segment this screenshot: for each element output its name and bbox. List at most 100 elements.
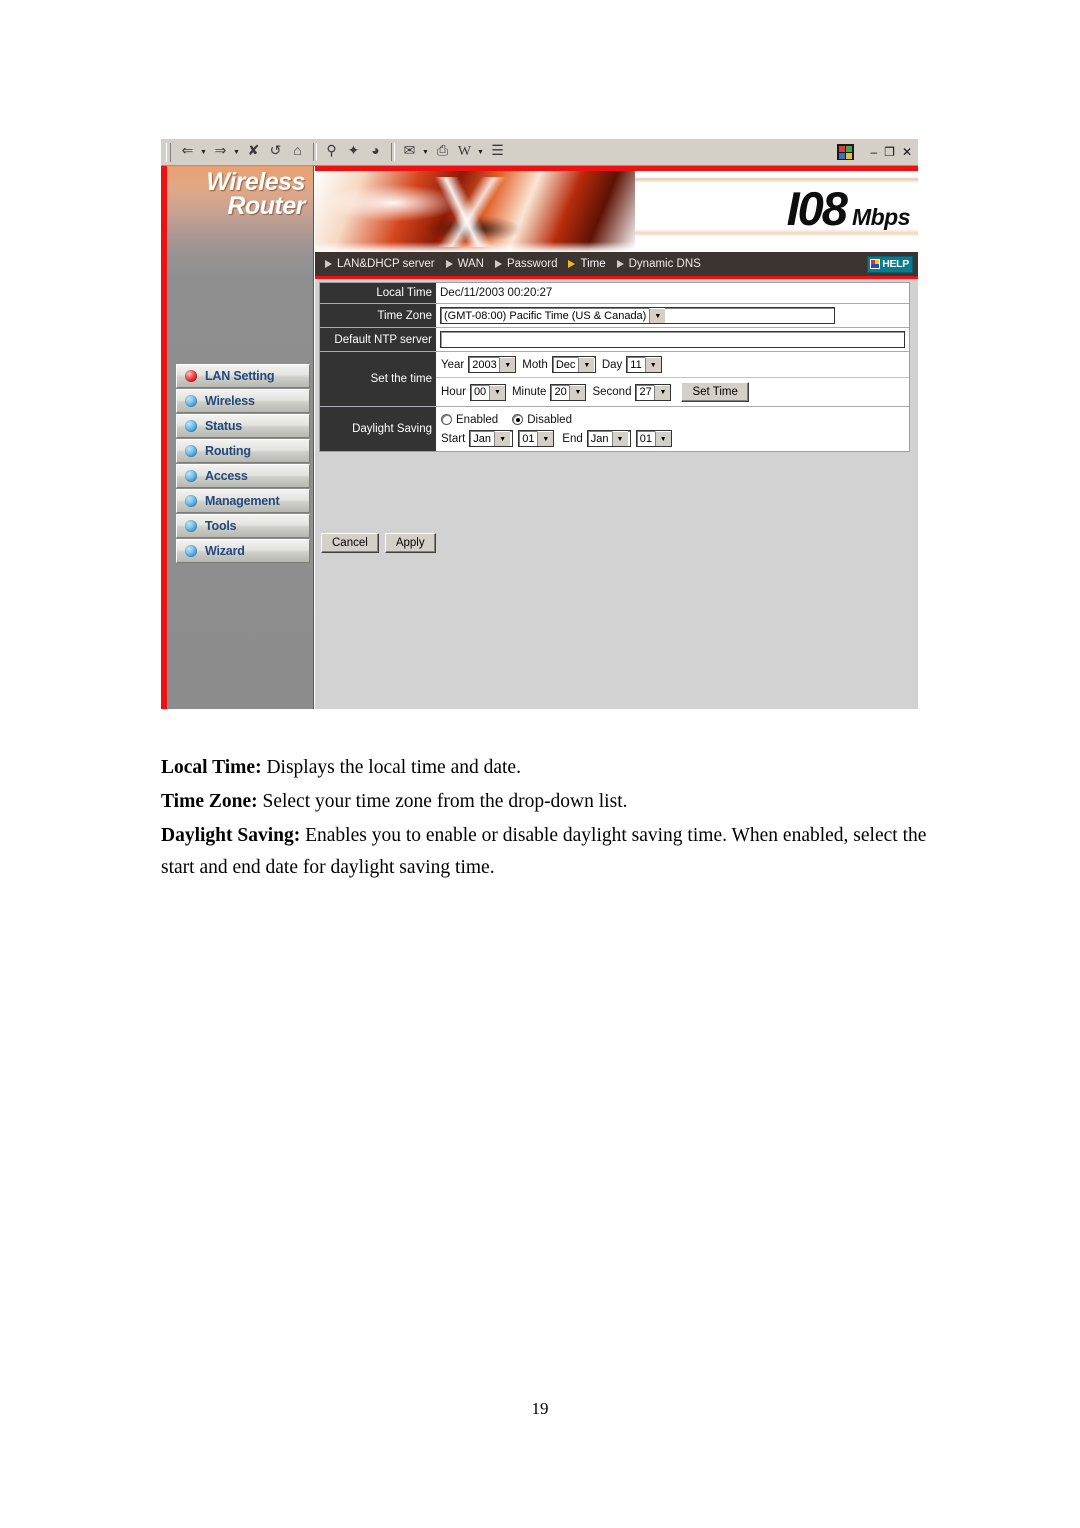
sidebar-item-wireless[interactable]: Wireless xyxy=(176,389,310,413)
product-banner: I08 Mbps xyxy=(315,166,918,252)
bullet-icon xyxy=(185,470,197,482)
sidebar-item-lan-setting[interactable]: LAN Setting xyxy=(176,364,310,388)
banner-artwork xyxy=(315,171,635,252)
apply-button[interactable]: Apply xyxy=(384,533,436,553)
nav-item-wan[interactable]: WAN xyxy=(445,258,484,270)
forward-icon[interactable]: ⇒ xyxy=(210,142,231,163)
time-zone-select[interactable]: (GMT-08:00) Pacific Time (US & Canada) ▼ xyxy=(440,307,835,324)
chevron-down-icon: ▼ xyxy=(488,384,505,400)
nav-item-lan-dhcp-server[interactable]: LAN&DHCP server xyxy=(325,258,435,270)
home-icon[interactable]: ⌂ xyxy=(287,142,308,163)
forward-dropdown-icon[interactable]: ▼ xyxy=(232,142,241,163)
chevron-down-icon: ▼ xyxy=(611,431,628,446)
bullet-icon xyxy=(185,445,197,457)
ntp-server-value-cell xyxy=(436,328,909,351)
term-daylight-saving: Daylight Saving: xyxy=(161,825,301,846)
product-logo: I08 Mbps xyxy=(787,185,911,232)
brand-title: Wireless Router xyxy=(167,168,314,219)
nav-item-dynamic-dns[interactable]: Dynamic DNS xyxy=(616,258,701,270)
daylight-end-day-value: 01 xyxy=(639,432,653,445)
history-icon[interactable]: ◕ xyxy=(365,142,386,163)
help-button[interactable]: HELP xyxy=(867,255,913,273)
favorites-icon[interactable]: ✦ xyxy=(343,142,364,163)
daylight-start-day-value: 01 xyxy=(522,432,535,445)
daylight-start-day-select[interactable]: 01 ▼ xyxy=(518,430,555,447)
print-icon[interactable]: ⎙ xyxy=(432,142,453,163)
toolbar-grip[interactable] xyxy=(166,142,171,162)
brand-line-1: Wireless xyxy=(206,168,305,196)
time-zone-value-cell: (GMT-08:00) Pacific Time (US & Canada) ▼ xyxy=(436,304,909,327)
sidebar-item-status[interactable]: Status xyxy=(176,414,310,438)
nav-arrow-icon xyxy=(568,260,576,268)
daylight-end-month-select[interactable]: Jan ▼ xyxy=(586,430,631,447)
daylight-enabled-radio[interactable] xyxy=(441,414,452,425)
mail-icon[interactable]: ✉ xyxy=(399,142,420,163)
refresh-icon[interactable]: ↺ xyxy=(265,142,286,163)
sidebar-item-label: Access xyxy=(205,469,248,483)
bullet-icon xyxy=(185,420,197,432)
row-local-time: Local Time Dec/11/2003 00:20:27 xyxy=(320,283,909,304)
cancel-button[interactable]: Cancel xyxy=(321,533,379,553)
mail-dropdown-icon[interactable]: ▼ xyxy=(421,142,430,163)
daylight-saving-controls: Enabled Disabled Start Jan ▼ 01 ▼ End Ja… xyxy=(436,407,909,451)
daylight-range-row: Start Jan ▼ 01 ▼ End Jan ▼ 01 ▼ xyxy=(436,429,909,451)
stop-icon[interactable]: ✘ xyxy=(243,142,264,163)
sidebar-item-management[interactable]: Management xyxy=(176,489,310,513)
search-icon[interactable]: ⚲ xyxy=(321,142,342,163)
nav-item-label: Password xyxy=(506,258,558,270)
set-the-time-label: Set the time xyxy=(320,352,436,406)
main-panel: I08 Mbps LAN&DHCP server WAN Password Ti… xyxy=(315,166,918,709)
page-number: 19 xyxy=(531,1399,549,1418)
year-value: 2003 xyxy=(472,358,497,371)
nav-item-label: Time xyxy=(580,258,606,270)
ntp-server-input[interactable] xyxy=(440,331,905,348)
sidebar-menu: LAN Setting Wireless Status Routing Acce… xyxy=(176,364,310,564)
bullet-icon xyxy=(185,370,197,382)
minute-label: Minute xyxy=(511,386,547,398)
row-daylight-saving: Daylight Saving Enabled Disabled Start J… xyxy=(320,407,909,451)
back-icon[interactable]: ⇐ xyxy=(177,142,198,163)
section-nav: LAN&DHCP server WAN Password Time Dynami… xyxy=(315,252,918,279)
nav-arrow-icon xyxy=(616,260,624,268)
bullet-icon xyxy=(185,495,197,507)
edit-dropdown-icon[interactable]: ▼ xyxy=(476,142,485,163)
second-value: 27 xyxy=(639,386,652,398)
toolbar-icon-group: ⇐ ▼ ⇒ ▼ ✘ ↺ ⌂ ⚲ ✦ ◕ ✉ ▼ ⎙ W ▼ ☰ xyxy=(161,139,837,165)
document-body-text: Local Time: Displays the local time and … xyxy=(161,752,951,886)
sidebar-item-routing[interactable]: Routing xyxy=(176,439,310,463)
nav-item-label: WAN xyxy=(457,258,484,270)
sidebar-item-label: Routing xyxy=(205,444,251,458)
time-zone-label: Time Zone xyxy=(320,304,436,327)
logo-unit: Mbps xyxy=(851,204,911,230)
minute-select[interactable]: 20 ▼ xyxy=(550,383,587,401)
daylight-end-month-value: Jan xyxy=(590,432,609,445)
nav-item-time[interactable]: Time xyxy=(568,258,606,270)
sidebar-item-label: Status xyxy=(205,419,243,433)
bullet-icon xyxy=(185,520,197,532)
set-time-button[interactable]: Set Time xyxy=(681,382,749,402)
second-select[interactable]: 27 ▼ xyxy=(635,383,672,401)
sidebar-item-tools[interactable]: Tools xyxy=(176,514,310,538)
sidebar-item-label: LAN Setting xyxy=(205,369,275,383)
nav-item-password[interactable]: Password xyxy=(494,258,558,270)
nav-arrow-icon xyxy=(325,260,332,268)
year-select[interactable]: 2003 ▼ xyxy=(468,356,517,373)
edit-word-icon[interactable]: W xyxy=(454,142,475,163)
daylight-disabled-radio[interactable] xyxy=(512,414,524,425)
nav-item-label: Dynamic DNS xyxy=(628,258,701,270)
paragraph-local-time: Local Time: Displays the local time and … xyxy=(161,752,951,784)
daylight-disabled-label: Disabled xyxy=(527,413,572,426)
minimize-button[interactable]: – xyxy=(870,146,877,158)
daylight-end-day-select[interactable]: 01 ▼ xyxy=(635,430,672,447)
discuss-icon[interactable]: ☰ xyxy=(487,142,508,163)
month-select[interactable]: Dec ▼ xyxy=(551,356,596,373)
sidebar-item-access[interactable]: Access xyxy=(176,464,310,488)
close-button[interactable]: ✕ xyxy=(902,146,912,158)
daylight-start-month-select[interactable]: Jan ▼ xyxy=(469,430,514,447)
back-dropdown-icon[interactable]: ▼ xyxy=(199,142,208,163)
day-select[interactable]: 11 ▼ xyxy=(626,356,663,373)
restore-button[interactable]: ❐ xyxy=(884,146,895,158)
sidebar-item-wizard[interactable]: Wizard xyxy=(176,539,310,563)
second-label: Second xyxy=(592,386,632,398)
hour-select[interactable]: 00 ▼ xyxy=(469,383,506,401)
